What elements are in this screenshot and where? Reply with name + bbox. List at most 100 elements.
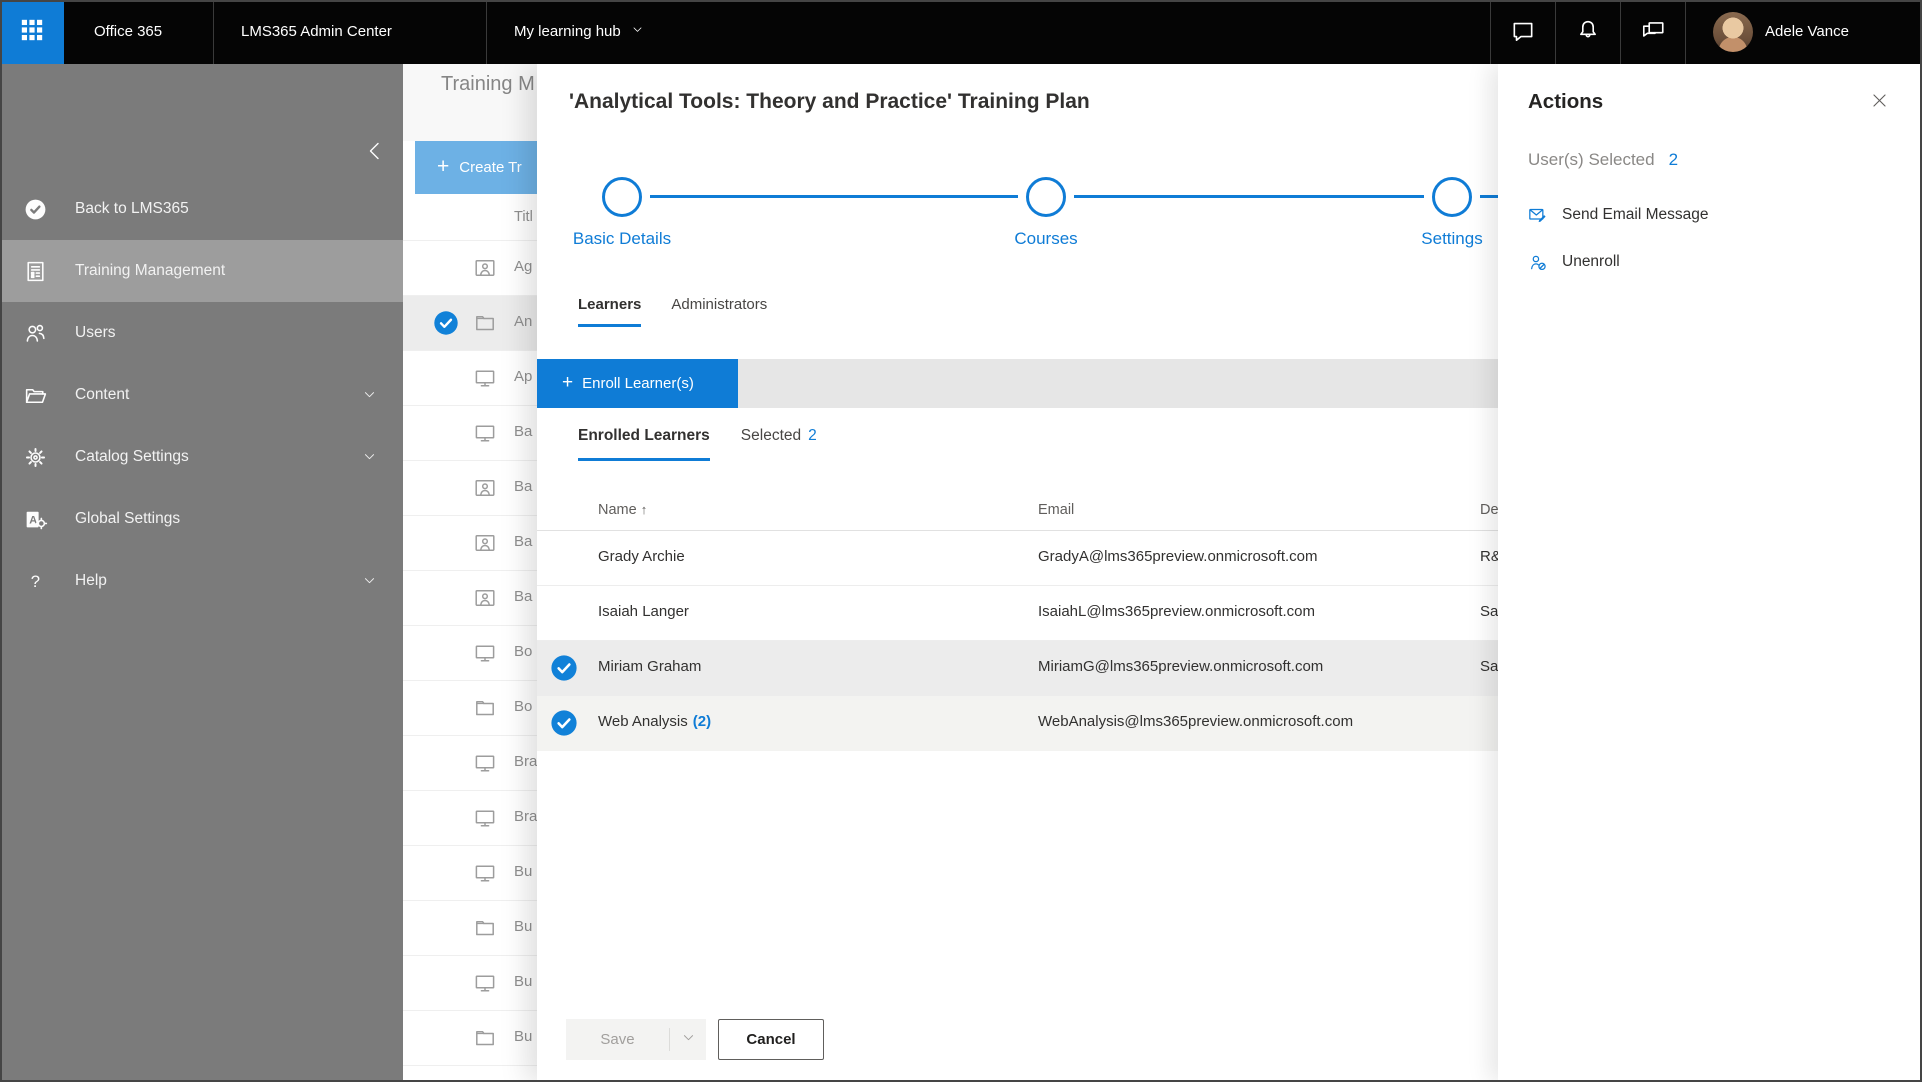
plus-icon: +	[437, 154, 450, 178]
gear-icon	[22, 444, 48, 470]
send-email-icon	[1528, 205, 1548, 225]
step-basic-details[interactable]: Basic Details	[542, 177, 702, 249]
send-email-message-action[interactable]: Send Email Message	[1528, 203, 1708, 227]
help-icon: ?	[22, 568, 48, 594]
person-card-icon	[473, 256, 497, 280]
step-courses[interactable]: Courses	[966, 177, 1126, 249]
notifications-button[interactable]	[1556, 0, 1620, 64]
feedback-button[interactable]	[1621, 0, 1685, 64]
learners-admins-tabs: Learners Administrators	[578, 296, 767, 327]
monitor-icon	[473, 421, 497, 445]
chat-icon	[1510, 17, 1536, 48]
chevron-down-icon	[681, 1030, 696, 1050]
sidebar: Back to LMS365 Training Management Users…	[0, 64, 403, 1082]
footer-buttons: Save Cancel	[537, 1019, 1498, 1060]
enroll-learners-button[interactable]: + Enroll Learner(s)	[537, 359, 738, 408]
table-row[interactable]: Miriam Graham MiriamG@lms365preview.onmi…	[537, 641, 1498, 696]
monitor-icon	[473, 861, 497, 885]
cell-email: WebAnalysis@lms365preview.onmicrosoft.co…	[1038, 713, 1354, 730]
person-card-icon	[473, 586, 497, 610]
cell-name: Isaiah Langer	[598, 603, 689, 620]
actions-title: Actions	[1528, 90, 1604, 113]
sidebar-item-global-settings[interactable]: A Global Settings	[0, 488, 403, 550]
cell-department: Sa	[1480, 603, 1499, 620]
lms365-logo-icon	[22, 196, 48, 222]
training-doc-icon	[22, 258, 48, 284]
folder-icon	[473, 916, 497, 940]
cell-name: Grady Archie	[598, 548, 685, 565]
panel-title: 'Analytical Tools: Theory and Practice' …	[569, 90, 1090, 113]
training-plan-panel: 'Analytical Tools: Theory and Practice' …	[537, 64, 1501, 1082]
app-launcher-button[interactable]	[0, 0, 64, 64]
close-button[interactable]	[1868, 92, 1890, 114]
sort-ascending-icon: ↑	[640, 502, 648, 517]
table-row[interactable]: Isaiah Langer IsaiahL@lms365preview.onmi…	[537, 586, 1498, 641]
table-row[interactable]: Web Analysis (2) WebAnalysis@lms365previe…	[537, 696, 1498, 751]
cell-department: Sa	[1480, 658, 1499, 675]
check-circle-icon[interactable]	[550, 709, 578, 737]
chat-button[interactable]	[1491, 0, 1555, 64]
avatar[interactable]	[1713, 12, 1753, 52]
unenroll-action[interactable]: Unenroll	[1528, 250, 1620, 274]
cell-email: MiriamG@lms365preview.onmicrosoft.com	[1038, 658, 1324, 675]
learning-hub-label: My learning hub	[514, 23, 621, 40]
stepper-line	[650, 195, 1018, 198]
cell-name: Miriam Graham	[598, 658, 702, 675]
chevron-down-icon	[631, 0, 644, 64]
monitor-icon	[473, 806, 497, 830]
check-circle-icon[interactable]	[550, 654, 578, 682]
folder-open-icon	[22, 382, 48, 408]
save-button[interactable]: Save	[566, 1019, 706, 1060]
folder-icon	[473, 696, 497, 720]
sidebar-item-back-to-lms365[interactable]: Back to LMS365	[0, 178, 403, 240]
chevron-down-icon	[362, 449, 378, 465]
tab-administrators[interactable]: Administrators	[671, 296, 767, 327]
column-header-department: De	[1480, 502, 1499, 518]
chevron-down-icon	[362, 387, 378, 403]
monitor-icon	[473, 641, 497, 665]
person-card-icon	[473, 531, 497, 555]
sidebar-item-help[interactable]: ? Help	[0, 550, 403, 612]
step-circle[interactable]	[1432, 177, 1472, 217]
screen: Office 365 LMS365 Admin Center My learni…	[0, 0, 1922, 1082]
tab-enrolled-learners[interactable]: Enrolled Learners	[578, 427, 710, 461]
table-header: Name ↑ Email De	[537, 494, 1499, 531]
sidebar-item-catalog-settings[interactable]: Catalog Settings	[0, 426, 403, 488]
global-a-icon: A	[22, 506, 48, 532]
waffle-icon	[19, 17, 45, 48]
sidebar-collapse-button[interactable]	[360, 138, 390, 168]
topbar-divider	[213, 0, 214, 64]
check-circle-icon[interactable]	[433, 310, 459, 336]
save-options-button[interactable]	[670, 1019, 706, 1060]
table-row[interactable]: Grady Archie GradyA@lms365preview.onmicr…	[537, 531, 1501, 586]
plus-icon: +	[562, 371, 574, 393]
chevron-left-icon	[363, 139, 387, 168]
learning-hub-menu[interactable]: My learning hub	[514, 0, 644, 64]
cell-email: GradyA@lms365preview.onmicrosoft.com	[1038, 548, 1318, 565]
svg-text:?: ?	[30, 572, 39, 591]
topbar-divider	[1685, 0, 1686, 64]
enrolled-selected-tabs: Enrolled Learners Selected 2	[578, 427, 817, 461]
sidebar-item-users[interactable]: Users	[0, 302, 403, 364]
step-circle[interactable]	[602, 177, 642, 217]
office-365-link[interactable]: Office 365	[94, 0, 162, 64]
tab-selected[interactable]: Selected 2	[741, 427, 817, 461]
column-header-email: Email	[1038, 502, 1075, 518]
cell-email: IsaiahL@lms365preview.onmicrosoft.com	[1038, 603, 1316, 620]
chevron-down-icon	[362, 573, 378, 589]
sidebar-item-training-management[interactable]: Training Management	[0, 240, 403, 302]
users-selected-label: User(s) Selected 2	[1528, 150, 1679, 169]
svg-text:A: A	[29, 514, 37, 526]
sidebar-item-content[interactable]: Content	[0, 364, 403, 426]
cancel-button[interactable]: Cancel	[718, 1019, 824, 1060]
column-header-name[interactable]: Name ↑	[598, 502, 647, 518]
folder-icon	[473, 1026, 497, 1050]
bell-icon	[1575, 17, 1601, 48]
tab-learners[interactable]: Learners	[578, 296, 642, 327]
close-icon	[1870, 91, 1889, 115]
user-name[interactable]: Adele Vance	[1765, 0, 1849, 64]
step-circle[interactable]	[1026, 177, 1066, 217]
topbar-divider	[486, 0, 487, 64]
users-icon	[22, 320, 48, 346]
folder-icon	[473, 311, 497, 335]
